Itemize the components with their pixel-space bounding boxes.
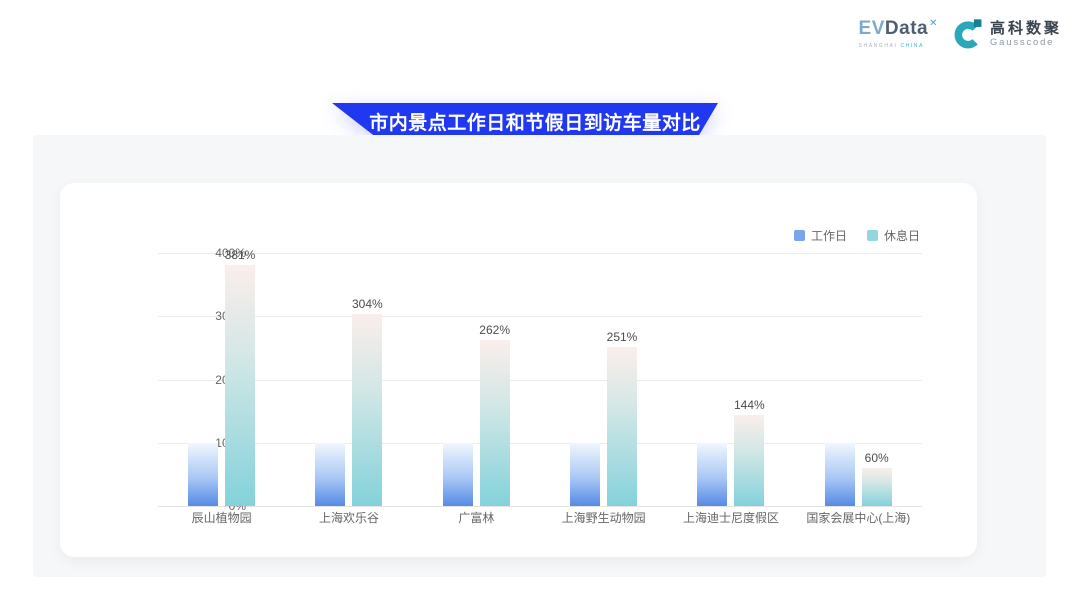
gausscode-logo-text: 高科数聚 Gausscode (990, 21, 1062, 48)
bar-restday-0[interactable] (225, 265, 255, 506)
legend-label: 休息日 (884, 227, 920, 244)
bar-workday-1[interactable] (315, 443, 345, 506)
gridline-0% (158, 506, 922, 507)
content-panel: 工作日 休息日 0%100%200%300%400%381%辰山植物园304%上海… (33, 135, 1046, 577)
chart-legend: 工作日 休息日 (794, 227, 920, 244)
evdata-logo-subtext: SHANGHAI CHINA (859, 43, 924, 49)
value-label-3: 251% (590, 330, 654, 344)
gausscode-logo: 高科数聚 Gausscode (953, 18, 1062, 50)
bar-restday-4[interactable] (734, 415, 764, 506)
value-label-2: 262% (463, 323, 527, 337)
evdata-ev: EV (859, 18, 885, 39)
bar-workday-2[interactable] (443, 443, 473, 506)
value-label-1: 304% (335, 297, 399, 311)
bar-restday-1[interactable] (352, 314, 382, 506)
header-logos: EVData✕ SHANGHAI CHINA 高科数聚 Gausscode (859, 18, 1062, 50)
x-axis-label-4: 上海迪士尼度假区 (667, 511, 794, 525)
x-axis-label-5: 国家会展中心(上海) (795, 511, 922, 525)
bar-restday-2[interactable] (480, 340, 510, 506)
value-label-5: 60% (845, 451, 909, 465)
x-axis-label-3: 上海野生动物园 (540, 511, 667, 525)
plot-area: 0%100%200%300%400%381%辰山植物园304%上海欢乐谷262%… (158, 253, 922, 506)
gausscode-g-icon (953, 18, 985, 50)
evdata-logo-text: EVData✕ (859, 19, 937, 42)
gausscode-en: Gausscode (990, 37, 1062, 48)
gausscode-cn: 高科数聚 (990, 21, 1062, 37)
title-banner: 市内景点工作日和节假日到访车量对比 (332, 103, 718, 139)
gridline-400% (158, 253, 922, 254)
legend-swatch-icon (867, 230, 878, 241)
gridline-300% (158, 316, 922, 317)
x-axis-label-0: 辰山植物园 (158, 511, 285, 525)
page-title: 市内景点工作日和节假日到访车量对比 (369, 108, 701, 135)
value-label-0: 381% (208, 248, 272, 262)
title-banner-shape: 市内景点工作日和节假日到访车量对比 (332, 103, 718, 139)
evdata-logo: EVData✕ SHANGHAI CHINA (859, 19, 937, 49)
page: EVData✕ SHANGHAI CHINA 高科数聚 Gausscode 市内… (0, 0, 1080, 608)
evdata-x-icon: ✕ (929, 18, 938, 29)
evdata-data: Data (885, 18, 928, 39)
bar-workday-0[interactable] (188, 443, 218, 506)
value-label-4: 144% (717, 398, 781, 412)
bar-restday-3[interactable] (607, 347, 637, 506)
x-axis-label-2: 广富林 (413, 511, 540, 525)
legend-label: 工作日 (811, 227, 847, 244)
gridline-100% (158, 443, 922, 444)
legend-item-0[interactable]: 工作日 (794, 227, 847, 244)
x-axis-label-1: 上海欢乐谷 (285, 511, 412, 525)
legend-swatch-icon (794, 230, 805, 241)
gridline-200% (158, 380, 922, 381)
bar-workday-4[interactable] (697, 443, 727, 506)
bar-workday-3[interactable] (570, 443, 600, 506)
bar-restday-5[interactable] (862, 468, 892, 506)
chart-card: 工作日 休息日 0%100%200%300%400%381%辰山植物园304%上海… (60, 183, 977, 557)
legend-item-1[interactable]: 休息日 (867, 227, 920, 244)
